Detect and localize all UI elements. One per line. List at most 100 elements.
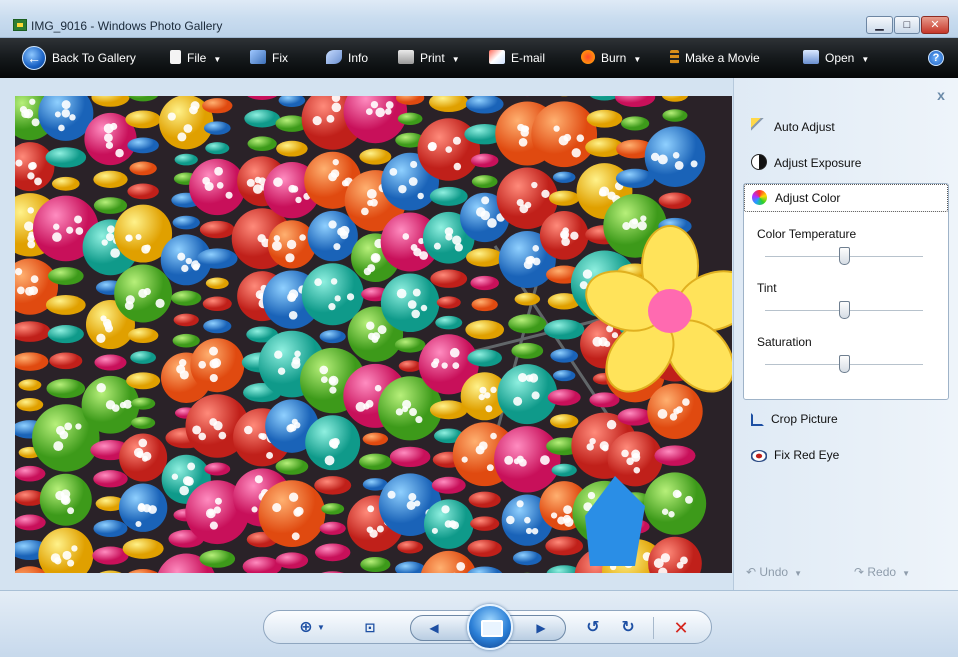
bead-dot [571,148,581,158]
bead [275,458,309,475]
bead-dot [456,562,466,571]
file-label: File [187,51,207,65]
bead [550,414,579,429]
email-button[interactable]: E-mail [489,48,545,68]
bead-dot [518,373,528,383]
print-label: Print [420,51,445,65]
bead-dot [67,507,75,515]
bead-dot [631,218,638,225]
app-icon [13,19,27,31]
bead [431,476,466,494]
bead-dot [244,425,253,435]
bead-dot [452,362,460,370]
make-a-movie-button[interactable]: Make a Movie [670,48,760,68]
bead-dot [62,550,72,560]
bead-dot [377,325,387,335]
actual-size-icon[interactable]: ⊡ [358,617,382,639]
burn-menu-button[interactable]: Burn ▼ [581,48,641,68]
adjust-color-button[interactable]: Adjust Color [744,184,948,212]
bead-dot [137,504,146,512]
back-to-gallery-button[interactable]: ← Back To Gallery [22,46,136,70]
chevron-down-icon: ▼ [794,569,802,578]
next-button[interactable]: ▶ [529,617,553,639]
info-button[interactable]: Info [326,48,368,68]
bead-dot [286,239,297,250]
bead [465,320,505,340]
saturation-slider-thumb[interactable] [839,355,850,373]
tint-slider-thumb[interactable] [839,301,850,319]
bead-dot [385,101,394,109]
fix-button[interactable]: Fix [250,48,288,68]
photo-image[interactable] [15,96,732,573]
bead-dot [328,303,336,311]
bead-dot [55,490,65,501]
crop-picture-button[interactable]: Crop Picture [751,408,838,430]
crop-picture-label: Crop Picture [771,412,838,426]
email-label: E-mail [511,51,546,65]
bead [497,364,558,425]
redo-button[interactable]: ↷ Redo ▼ [854,565,910,579]
bead-dot [67,559,75,567]
bead-dot [324,455,335,466]
bead [430,269,468,288]
bead-dot [622,222,631,231]
bead [203,319,232,334]
minimize-button[interactable]: ▁ [866,16,893,34]
bead-dot [125,234,133,242]
chevron-down-icon[interactable]: ▼ [316,617,326,639]
bead [202,98,233,114]
help-button[interactable]: ? [928,50,944,66]
tint-slider[interactable] [765,301,923,319]
bead-dot [602,444,609,452]
close-window-button[interactable]: ✕ [921,16,949,34]
color-temperature-slider[interactable] [765,247,923,265]
bead-dot [251,506,258,513]
bead-dot [487,218,497,228]
bead-dot [216,181,224,189]
open-menu-button[interactable]: Open ▼ [803,48,869,68]
file-icon [170,50,181,64]
bead [359,453,392,470]
bead [16,398,44,412]
bead-dot [365,108,373,115]
bead-dot [518,458,527,467]
bead-dot [177,252,186,261]
print-menu-button[interactable]: Print ▼ [398,48,460,68]
previous-button[interactable]: ◀ [422,617,446,639]
bead-dot [680,556,688,565]
bead-dot [58,124,65,132]
bead-dot [553,125,560,132]
maximize-button[interactable]: □ [894,16,920,34]
bead [435,315,463,330]
slideshow-button[interactable] [467,604,513,650]
rotate-counterclockwise-icon[interactable]: ↺ [581,617,605,639]
bead [131,397,156,410]
bead-dot [518,137,528,147]
bead-dot [31,118,40,127]
close-pane-button[interactable]: x [934,88,948,102]
burn-label: Burn [601,51,627,65]
color-temperature-slider-thumb[interactable] [839,247,850,265]
bead-dot [96,383,106,393]
fix-red-eye-button[interactable]: Fix Red Eye [751,444,839,466]
bead-dot [433,242,441,250]
rotate-clockwise-icon[interactable]: ↻ [616,617,640,639]
bead-dot [102,318,112,328]
bead-dot [441,362,448,369]
auto-adjust-button[interactable]: Auto Adjust [751,116,835,138]
bead-dot [490,386,497,394]
bead-dot [75,227,84,235]
zoom-icon[interactable]: ⊕ [294,617,318,639]
saturation-slider[interactable] [765,355,923,373]
bead [94,354,127,371]
bead-dot [176,364,186,374]
delete-icon[interactable]: ✕ [669,617,693,639]
bead [205,142,230,155]
bead-dot [123,399,133,409]
bead [51,176,80,191]
fix-red-eye-label: Fix Red Eye [774,448,840,462]
undo-button[interactable]: ↶ Undo ▼ [746,565,802,579]
file-menu-button[interactable]: File ▼ [170,48,221,68]
adjust-exposure-button[interactable]: Adjust Exposure [751,152,861,174]
bead [47,325,84,344]
